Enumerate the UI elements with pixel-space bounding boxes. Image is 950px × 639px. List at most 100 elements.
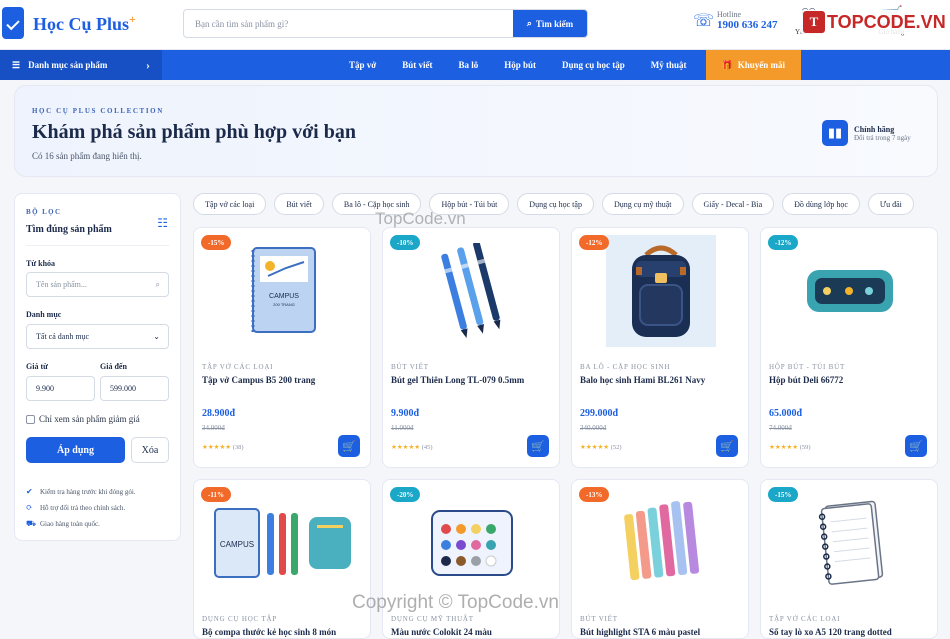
- price-to-label: Giá đến: [100, 362, 127, 371]
- discount-badge: -11%: [201, 487, 231, 502]
- cart-icon: 🛒: [342, 440, 356, 453]
- discount-badge: -15%: [768, 487, 799, 502]
- nav-item-my-thuat[interactable]: Mỹ thuật: [638, 50, 700, 80]
- add-to-cart-button[interactable]: 🛒: [905, 435, 927, 457]
- categories-label: Danh mục sản phẩm: [28, 60, 108, 70]
- hero-kicker: HỌC CỤ PLUS COLLECTION: [32, 107, 164, 115]
- product-name[interactable]: Hộp bút Deli 66772: [769, 375, 843, 385]
- price-from-input[interactable]: 9.900: [26, 376, 95, 401]
- price-to-input[interactable]: 599.000: [100, 376, 169, 401]
- discount-badge: -15%: [201, 235, 232, 250]
- hotline-label: Hotline: [717, 10, 741, 19]
- note-check: ✔ Kiểm tra hàng trước khi đóng gói.: [26, 487, 136, 496]
- product-card[interactable]: -12% HỘP BÚT - TÚI BÚT Hộp bút Deli 6677…: [760, 227, 938, 468]
- gift-icon: 🎁: [721, 59, 733, 70]
- chip-my-thuat[interactable]: Dụng cụ mỹ thuật: [601, 193, 684, 215]
- add-to-cart-button[interactable]: 🛒: [716, 435, 738, 457]
- sliders-icon: ☷: [157, 216, 168, 230]
- chip-tap-vo[interactable]: Tập vở các loại: [193, 193, 267, 215]
- product-name[interactable]: Sổ tay lò xo A5 120 trang dotted: [769, 627, 892, 637]
- category-select[interactable]: Tất cả danh mục ⌄: [26, 324, 169, 349]
- hero-subtitle: Có 16 sản phẩm đang hiển thị.: [32, 151, 142, 161]
- product-category: BÚT VIẾT: [391, 363, 429, 371]
- product-name[interactable]: Màu nước Colokit 24 màu: [391, 627, 492, 637]
- search-button-label: Tìm kiếm: [535, 18, 574, 29]
- add-to-cart-button[interactable]: 🛒: [338, 435, 360, 457]
- nav-item-tap-vo[interactable]: Tập vở: [336, 50, 389, 80]
- category-label: Danh mục: [26, 310, 62, 319]
- product-card[interactable]: -15% TẬP VỞ CÁC LOẠI Sổ tay lò xo A5 120…: [760, 479, 938, 639]
- menu-icon: ☰: [12, 59, 21, 70]
- product-rating: ★★★★★ (45): [391, 443, 433, 451]
- discount-badge: -10%: [390, 235, 421, 250]
- rating-count: (45): [421, 444, 433, 451]
- logo[interactable]: Học Cụ Plus+: [2, 7, 136, 39]
- categories-menu-button[interactable]: ☰ Danh mục sản phẩm ›: [0, 50, 162, 80]
- discount-badge: -12%: [579, 235, 610, 250]
- nav-item-ba-lo[interactable]: Ba lô: [446, 50, 492, 80]
- product-rating: ★★★★★ (59): [769, 443, 811, 451]
- topcode-watermark-text: TOPCODE.VN: [827, 11, 946, 32]
- product-card[interactable]: -11% CAMPUS DỤNG CỤ HỌC TẬP Bộ compa thư…: [193, 479, 371, 639]
- discount-only-checkbox[interactable]: Chỉ xem sản phẩm giảm giá: [26, 414, 140, 424]
- chevron-down-icon: ⌄: [153, 332, 160, 341]
- hotline[interactable]: ☏ Hotline 1900 636 247: [693, 10, 778, 31]
- product-rating: ★★★★★ (38): [202, 443, 244, 451]
- product-card[interactable]: -12% BA LÔ - CẶP HỌC SINH Balo học sinh …: [571, 227, 749, 468]
- clear-button[interactable]: Xóa: [131, 437, 169, 463]
- product-category: DỤNG CỤ HỌC TẬP: [202, 615, 278, 623]
- watermark-bottom: Copyright © TopCode.vn: [352, 592, 559, 613]
- keyword-placeholder: Tên sản phẩm...: [36, 280, 87, 289]
- apply-button[interactable]: Áp dụng: [26, 437, 125, 463]
- phone-icon: ☏: [693, 10, 715, 30]
- promo-label: Khuyến mãi: [737, 60, 786, 70]
- nav-item-hop-but[interactable]: Hộp bút: [491, 50, 549, 80]
- product-category: TẬP VỞ CÁC LOẠI: [769, 615, 841, 623]
- product-name[interactable]: Bút highlight STA 6 màu pastel: [580, 627, 700, 637]
- discount-badge: -20%: [390, 487, 421, 502]
- product-name[interactable]: Bộ compa thước kẻ học sinh 8 món: [202, 627, 336, 637]
- discount-badge: -13%: [579, 487, 610, 502]
- chip-do-dung-lop-hoc[interactable]: Đồ dùng lớp học: [782, 193, 860, 215]
- check-circle-icon: ✔: [26, 487, 33, 496]
- product-card[interactable]: -20% DỤNG CỤ MỸ THUẬT Màu nước Colokit 2…: [382, 479, 560, 639]
- filter-title: Tìm đúng sản phẩm: [26, 224, 112, 235]
- filter-panel: BỘ LỌC Tìm đúng sản phẩm ☷ Từ khóa Tên s…: [14, 193, 181, 541]
- product-name[interactable]: Tập vở Campus B5 200 trang: [202, 375, 315, 385]
- checkbox-box: [26, 414, 35, 424]
- logo-plus: +: [129, 11, 136, 26]
- rating-count: (38): [232, 444, 244, 451]
- rating-stars: ★★★★★: [202, 444, 232, 451]
- search-icon: ⌕: [526, 18, 532, 28]
- product-name[interactable]: Balo học sinh Hami BL261 Navy: [580, 375, 705, 385]
- price-from-label: Giá từ: [26, 362, 48, 371]
- chip-uu-dai[interactable]: Ưu đãi: [867, 193, 914, 215]
- add-to-cart-button[interactable]: 🛒: [527, 435, 549, 457]
- rating-stars: ★★★★★: [391, 444, 421, 451]
- search-icon: ⌕: [155, 279, 160, 289]
- product-old-price: 34.000đ: [202, 424, 225, 432]
- chevron-right-icon: ›: [146, 57, 150, 72]
- product-card[interactable]: -10% BÚT VIẾT Bút gel Thiên Long TL-079 …: [382, 227, 560, 468]
- nav-item-dung-cu-hoc-tap[interactable]: Dụng cụ học tập: [549, 50, 638, 80]
- chip-dung-cu-hoc-tap[interactable]: Dụng cụ học tập: [517, 193, 594, 215]
- svg-text:CAMPUS: CAMPUS: [220, 540, 254, 549]
- nav-item-but-viet[interactable]: Bút viết: [389, 50, 445, 80]
- nav-item-promo[interactable]: 🎁 Khuyến mãi: [705, 50, 802, 80]
- rating-stars: ★★★★★: [580, 444, 610, 451]
- divider: [26, 245, 169, 246]
- chip-but-viet[interactable]: Bút viết: [274, 193, 324, 215]
- topcode-watermark: T TOPCODE.VN: [800, 10, 949, 34]
- product-rating: ★★★★★ (52): [580, 443, 622, 451]
- hero-title: Khám phá sản phẩm phù hợp với bạn: [32, 121, 356, 143]
- svg-text:200 TRANG: 200 TRANG: [273, 302, 295, 307]
- product-name[interactable]: Bút gel Thiên Long TL-079 0.5mm: [391, 375, 524, 385]
- product-card[interactable]: -15% CAMPUS 200 TRANG TẬP VỞ CÁC LOẠI Tập…: [193, 227, 371, 468]
- keyword-input[interactable]: Tên sản phẩm... ⌕: [26, 272, 169, 297]
- authentic-badge: ▮▮ Chính hãng Đổi trả trong 7 ngày: [822, 118, 921, 148]
- chip-giay-decal[interactable]: Giấy - Decal - Bìa: [691, 193, 775, 215]
- category-chips: Tập vở các loại Bút viết Ba lô - Cặp học…: [193, 193, 914, 215]
- product-card[interactable]: -13% BÚT VIẾT Bút highlight STA 6 màu pa…: [571, 479, 749, 639]
- search-input[interactable]: Bạn cần tìm sản phẩm gì?: [184, 10, 513, 37]
- search-button[interactable]: ⌕ Tìm kiếm: [513, 10, 587, 37]
